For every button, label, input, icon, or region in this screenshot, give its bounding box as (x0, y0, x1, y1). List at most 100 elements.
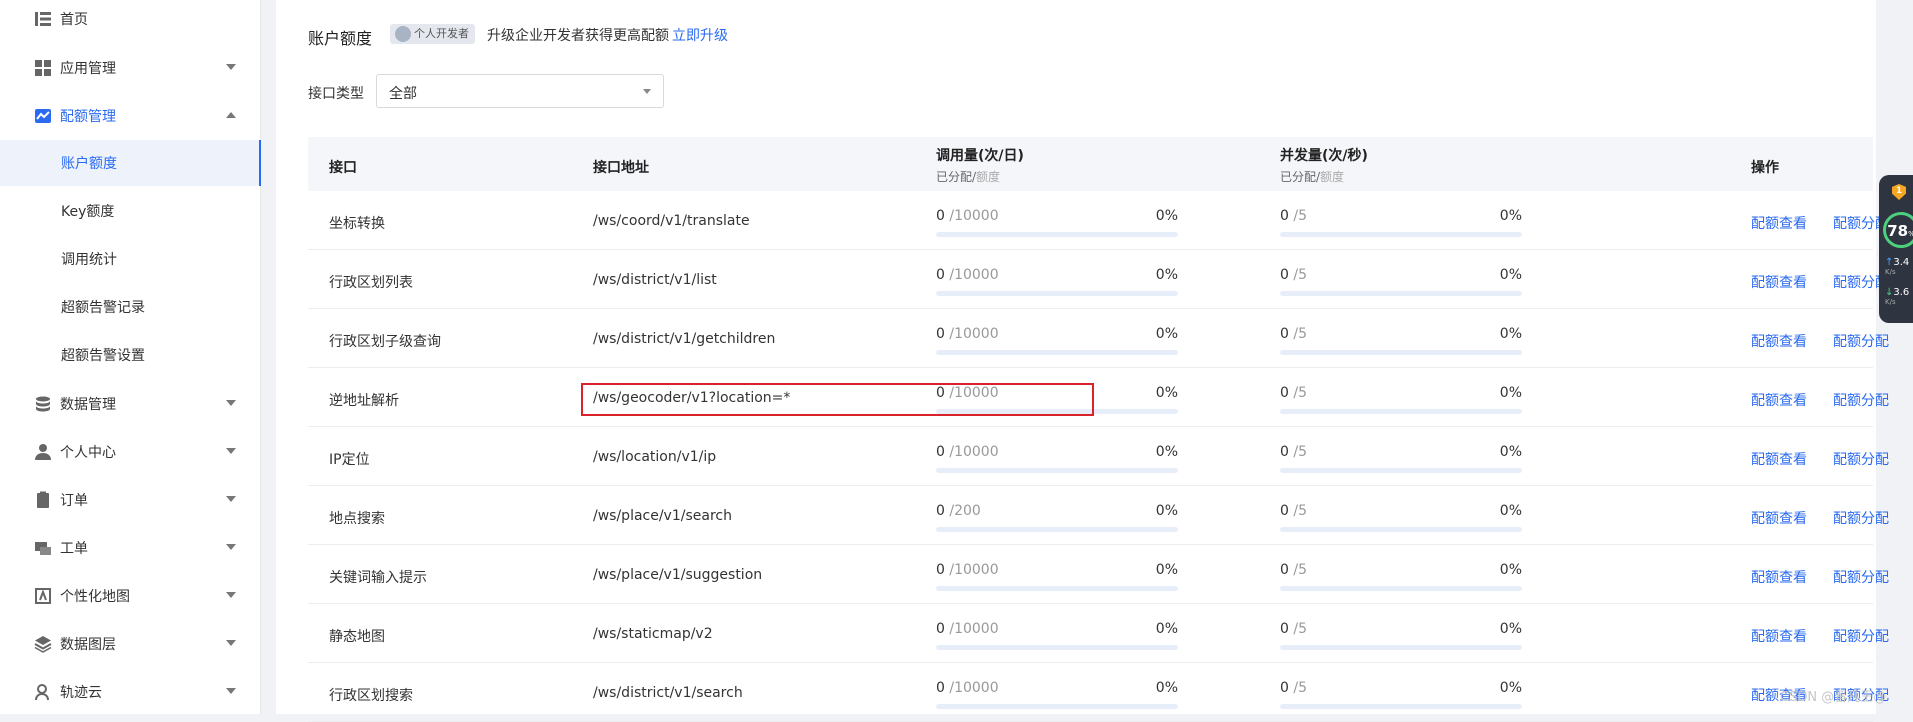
calls-percent: 0% (1155, 680, 1178, 696)
calls-used: 0 (936, 267, 945, 283)
calls-usage: 0 /10000 0% (936, 326, 1178, 356)
concurrency-total: /5 (1288, 385, 1307, 401)
concurrency-used: 0 (1280, 444, 1289, 460)
column-header-path: 接口地址 (593, 160, 649, 176)
sidebar-item-orders[interactable]: 订单 (0, 478, 261, 522)
download-speed: ↓3.6 K/s (1885, 287, 1910, 306)
chevron-down-icon (226, 400, 236, 406)
sidebar-subitem-alert-settings[interactable]: 超额告警设置 (0, 332, 261, 378)
concurrency-percent: 0% (1499, 208, 1522, 224)
list-icon (35, 12, 51, 26)
quota-view-link[interactable]: 配额查看 (1751, 449, 1807, 469)
api-name: IP定位 (329, 452, 370, 468)
concurrency-usage: 0 /5 0% (1280, 621, 1522, 651)
api-name: 关键词输入提示 (329, 570, 427, 586)
score-ring: 78% (1883, 212, 1913, 248)
calls-used: 0 (936, 562, 945, 578)
watermark: CSDN @晋凡王@ (1780, 690, 1887, 705)
concurrency-percent: 0% (1499, 562, 1522, 578)
table-row: 地点搜索/ws/place/v1/search 0 /200 0% 0 /5 0% 配额查… (308, 486, 1889, 545)
sidebar-item-custom-map[interactable]: 个性化地图 (0, 574, 261, 618)
concurrency-percent: 0% (1499, 385, 1522, 401)
calls-total: /10000 (944, 680, 999, 696)
calls-total: /10000 (944, 562, 999, 578)
quota-assign-link[interactable]: 配额分配 (1833, 567, 1889, 587)
concurrency-total: /5 (1288, 562, 1307, 578)
sidebar-item-tickets[interactable]: 工单 (0, 526, 261, 570)
highlight-box (581, 383, 1094, 416)
quota-assign-link[interactable]: 配额分配 (1833, 626, 1889, 646)
system-monitor-widget[interactable]: 1 78% ↑3.4K/s ↓3.6K/s (1879, 175, 1913, 323)
quota-assign-link[interactable]: 配额分配 (1833, 449, 1889, 469)
calls-progress-bar (936, 527, 1178, 532)
concurrency-used: 0 (1280, 267, 1289, 283)
chevron-down-icon (226, 544, 236, 550)
concurrency-used: 0 (1280, 385, 1289, 401)
ticket-icon (35, 542, 51, 555)
sidebar-item-quota[interactable]: 配额管理 (0, 94, 261, 138)
api-type-value: 全部 (389, 86, 417, 102)
concurrency-progress-bar (1280, 645, 1522, 650)
table-row: 行政区划搜索/ws/district/v1/search 0 /10000 0% 0 … (308, 663, 1889, 722)
concurrency-total: /5 (1288, 267, 1307, 283)
api-name: 地点搜索 (329, 511, 385, 527)
quota-view-link[interactable]: 配额查看 (1751, 331, 1807, 351)
concurrency-usage: 0 /5 0% (1280, 208, 1522, 238)
concurrency-percent: 0% (1499, 444, 1522, 460)
sidebar-subitem-account-quota[interactable]: 账户额度 (0, 140, 261, 186)
layers-icon (34, 636, 52, 653)
table-row: 行政区划子级查询/ws/district/v1/getchildren 0 /10… (308, 309, 1889, 368)
concurrency-total: /5 (1288, 208, 1307, 224)
api-name: 逆地址解析 (329, 393, 399, 409)
sidebar-subitem-call-stats[interactable]: 调用统计 (0, 236, 261, 282)
sidebar-item-home[interactable]: 首页 (0, 0, 261, 41)
api-type-select[interactable]: 全部 (376, 74, 664, 108)
sidebar-subitem-alert-records[interactable]: 超额告警记录 (0, 284, 261, 330)
developer-badge-label: 个人开发者 (414, 27, 469, 40)
sidebar-item-trajectory[interactable]: 轨迹云 (0, 670, 261, 714)
sidebar-item-data-layers[interactable]: 数据图层 (0, 622, 261, 666)
calls-progress-bar (936, 291, 1178, 296)
sidebar-subitem-key-quota[interactable]: Key额度 (0, 188, 261, 234)
api-path: /ws/place/v1/suggestion (593, 567, 763, 583)
quota-view-link[interactable]: 配额查看 (1751, 213, 1807, 233)
quota-view-link[interactable]: 配额查看 (1751, 626, 1807, 646)
concurrency-used: 0 (1280, 680, 1289, 696)
concurrency-total: /5 (1288, 621, 1307, 637)
quota-view-link[interactable]: 配额查看 (1751, 508, 1807, 528)
concurrency-usage: 0 /5 0% (1280, 385, 1522, 415)
chevron-down-icon (226, 448, 236, 454)
column-header-actions: 操作 (1751, 160, 1779, 176)
quota-view-link[interactable]: 配额查看 (1751, 567, 1807, 587)
concurrency-progress-bar (1280, 350, 1522, 355)
api-path: /ws/district/v1/list (593, 272, 717, 288)
concurrency-usage: 0 /5 0% (1280, 444, 1522, 474)
sidebar-item-label: 配额管理 (60, 109, 116, 125)
concurrency-usage: 0 /5 0% (1280, 680, 1522, 710)
concurrency-total: /5 (1288, 503, 1307, 519)
sidebar-item-label: 订单 (60, 493, 88, 509)
quota-view-link[interactable]: 配额查看 (1751, 390, 1807, 410)
sidebar-item-apps[interactable]: 应用管理 (0, 46, 261, 90)
quota-assign-link[interactable]: 配额分配 (1833, 508, 1889, 528)
calls-total: /10000 (944, 208, 999, 224)
quota-assign-link[interactable]: 配额分配 (1833, 331, 1889, 351)
quota-view-link[interactable]: 配额查看 (1751, 272, 1807, 292)
table-row: 坐标转换/ws/coord/v1/translate 0 /10000 0% 0 /5… (308, 191, 1889, 250)
calls-progress-bar (936, 645, 1178, 650)
column-subheader-calls: 已分配/额度 (936, 170, 1001, 184)
concurrency-percent: 0% (1499, 267, 1522, 283)
calls-usage: 0 /10000 0% (936, 680, 1178, 710)
calls-total: /10000 (944, 326, 999, 342)
chevron-down-icon (226, 640, 236, 646)
upgrade-link[interactable]: 立即升级 (672, 25, 728, 45)
sidebar-item-data[interactable]: 数据管理 (0, 382, 261, 426)
concurrency-progress-bar (1280, 468, 1522, 473)
calls-progress-bar (936, 350, 1178, 355)
sidebar-item-profile[interactable]: 个人中心 (0, 430, 261, 474)
table-row: 静态地图/ws/staticmap/v2 0 /10000 0% 0 /5 0% 配额查看… (308, 604, 1889, 663)
sidebar-subitem-label: Key额度 (61, 204, 115, 220)
calls-percent: 0% (1155, 503, 1178, 519)
api-path: /ws/location/v1/ip (593, 449, 717, 465)
quota-assign-link[interactable]: 配额分配 (1833, 390, 1889, 410)
